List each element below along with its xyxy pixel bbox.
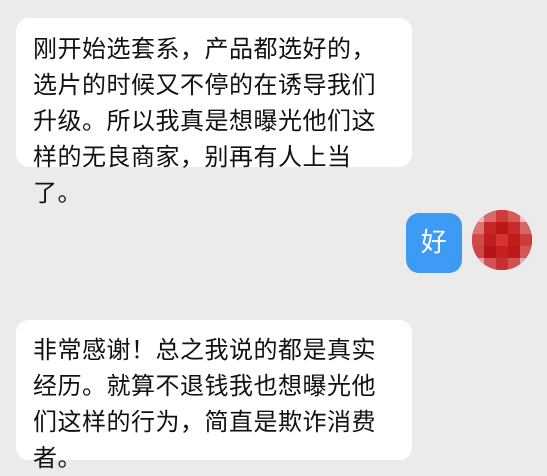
incoming-message-bubble[interactable]: 刚开始选套系，产品都选好的，选片的时候又不停的在诱导我们升级。所以我真是想曝光他… xyxy=(16,18,412,207)
chat-conversation: 刚开始选套系，产品都选好的，选片的时候又不停的在诱导我们升级。所以我真是想曝光他… xyxy=(0,0,547,472)
outgoing-message-bubble[interactable]: 好 xyxy=(406,213,462,273)
user-avatar[interactable] xyxy=(472,210,532,270)
pixelated-avatar-icon xyxy=(472,210,532,270)
incoming-message-bubble[interactable]: 非常感谢！总之我说的都是真实经历。就算不退钱我也想曝光他们这样的行为，简直是欺诈… xyxy=(16,320,412,472)
